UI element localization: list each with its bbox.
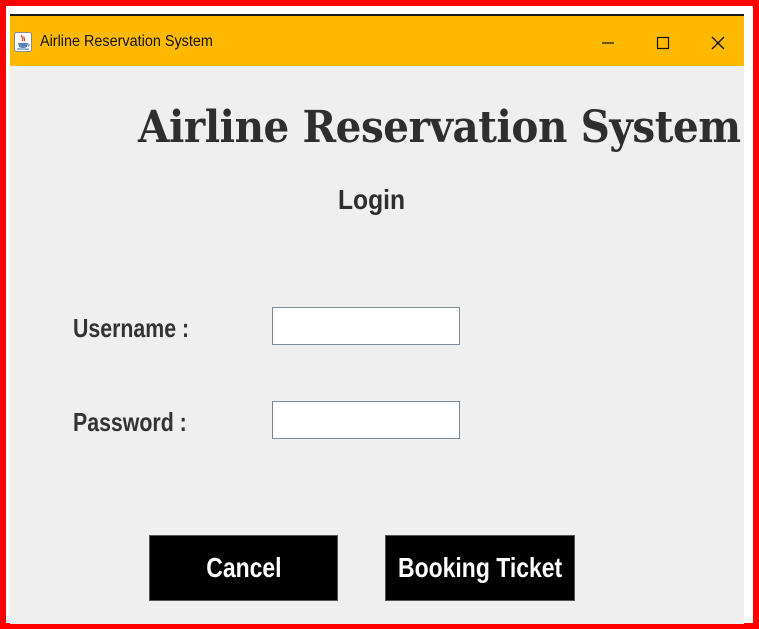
minimize-button[interactable] <box>588 28 628 58</box>
app-heading: Airline Reservation System <box>138 102 741 153</box>
maximize-button[interactable] <box>643 28 683 58</box>
username-label: Username : <box>73 313 190 343</box>
close-icon <box>711 36 725 50</box>
booking-ticket-button-label: Booking Ticket <box>397 552 563 583</box>
java-cup-icon <box>14 32 32 52</box>
cancel-button-label: Cancel <box>205 552 282 583</box>
login-heading: Login <box>338 184 406 215</box>
booking-ticket-button[interactable]: Booking Ticket <box>385 535 575 601</box>
password-input[interactable] <box>272 401 460 439</box>
password-label: Password : <box>73 407 187 437</box>
cancel-button[interactable]: Cancel <box>149 535 338 601</box>
username-input[interactable] <box>272 307 460 345</box>
maximize-icon <box>656 36 670 50</box>
window-title: Airline Reservation System <box>40 33 213 50</box>
minimize-icon <box>602 42 614 44</box>
title-bar[interactable]: Airline Reservation System <box>10 14 744 66</box>
login-window: Airline Reservation System Airline Reser… <box>10 14 744 624</box>
close-button[interactable] <box>698 28 738 58</box>
